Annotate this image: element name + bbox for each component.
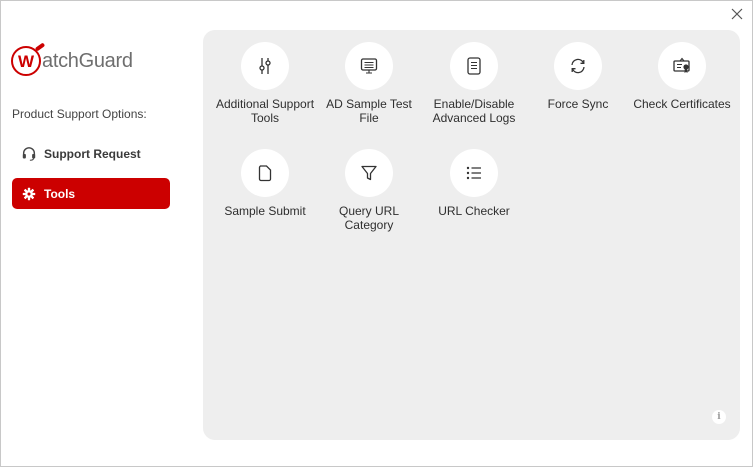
- headset-icon: [20, 145, 38, 163]
- watchguard-logo: W atchGuard: [11, 42, 133, 76]
- document-icon: [467, 57, 481, 75]
- sidebar-item-support-request[interactable]: Support Request: [12, 138, 170, 169]
- sidebar-item-tools[interactable]: Tools: [12, 178, 170, 209]
- close-button[interactable]: [728, 5, 746, 23]
- file-icon: [258, 165, 272, 182]
- sidebar-item-label: Support Request: [44, 146, 141, 161]
- tool-additional-support-tools[interactable]: Additional Support Tools: [213, 42, 317, 125]
- tool-label: Query URL Category: [338, 204, 400, 232]
- tool-label: Sample Submit: [224, 204, 306, 218]
- tool-force-sync[interactable]: Force Sync: [526, 42, 630, 111]
- tool-query-url-category[interactable]: Query URL Category: [317, 149, 421, 232]
- info-icon[interactable]: i: [712, 410, 726, 424]
- tool-enable-disable-advanced-logs[interactable]: Enable/Disable Advanced Logs: [422, 42, 526, 125]
- logo-mark: W: [11, 42, 46, 76]
- sidebar-item-label: Tools: [44, 186, 76, 201]
- tool-ad-sample-test-file[interactable]: AD Sample Test File: [317, 42, 421, 125]
- gear-icon: [20, 185, 38, 203]
- close-icon: [731, 8, 743, 20]
- tool-sample-submit[interactable]: Sample Submit: [213, 149, 317, 218]
- tool-label: Enable/Disable Advanced Logs: [432, 97, 516, 125]
- tool-url-checker[interactable]: URL Checker: [422, 149, 526, 218]
- options-heading: Product Support Options:: [12, 107, 147, 121]
- tool-label: URL Checker: [438, 204, 510, 218]
- logo-text: atchGuard: [42, 49, 133, 72]
- support-window: W atchGuard Product Support Options: Sup…: [0, 0, 753, 467]
- filter-icon: [361, 165, 377, 181]
- tool-label: Force Sync: [547, 97, 609, 111]
- sliders-icon: [259, 58, 271, 74]
- monitor-icon: [360, 58, 378, 74]
- tool-label: AD Sample Test File: [326, 97, 412, 125]
- tool-label: Check Certificates: [633, 97, 731, 111]
- list-icon: [466, 166, 481, 180]
- certificate-icon: [673, 57, 690, 73]
- sync-icon: [571, 58, 585, 74]
- tool-label: Additional Support Tools: [215, 97, 315, 125]
- tool-check-certificates[interactable]: Check Certificates: [630, 42, 734, 111]
